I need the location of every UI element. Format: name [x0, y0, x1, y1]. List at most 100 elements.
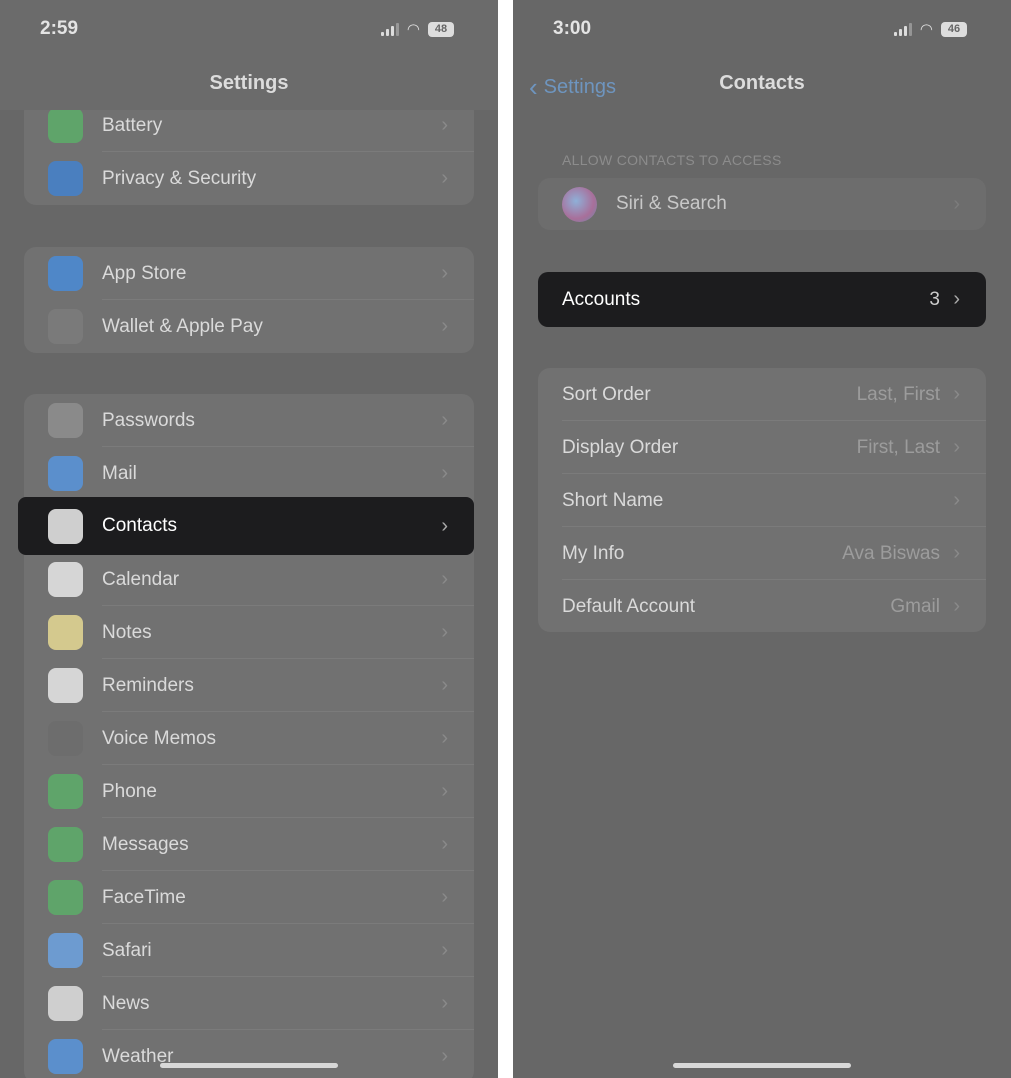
row-label: Default Account [562, 595, 696, 617]
chevron-right-icon: › [953, 542, 960, 564]
row-label: Contacts [102, 515, 177, 536]
settings-row-app-store[interactable]: App Store › [24, 247, 474, 300]
weather-icon [48, 1039, 83, 1074]
settings-row-privacy-security[interactable]: Privacy & Security › [24, 152, 474, 205]
siri-search-row[interactable]: Siri & Search › [538, 178, 986, 230]
settings-row-notes[interactable]: Notes › [24, 606, 474, 659]
settings-row-display-order[interactable]: Display Order First, Last › [538, 421, 986, 474]
settings-row-mail[interactable]: Mail › [24, 447, 474, 500]
chevron-right-icon: › [953, 595, 960, 617]
settings-row-default-account[interactable]: Default Account Gmail › [538, 580, 986, 633]
settings-screen: 2:59 ◠ 48 Settings Battery › Privacy & Sec… [0, 0, 498, 1078]
row-value: Gmail [890, 595, 940, 617]
settings-row-calendar[interactable]: Calendar › [24, 553, 474, 606]
signal-icon [893, 22, 912, 36]
status-icons: ◠ 46 [893, 20, 967, 38]
settings-row-sort-order[interactable]: Sort Order Last, First › [538, 368, 986, 421]
status-time: 2:59 [40, 18, 79, 39]
chevron-right-icon: › [441, 315, 448, 337]
nav-header: 3:00 ◠ 46 ‹ Settings Contacts [513, 0, 1011, 110]
chevron-right-icon: › [441, 674, 448, 696]
chevron-right-icon: › [441, 621, 448, 643]
facetime-icon [48, 880, 83, 915]
settings-group: Battery › Privacy & Security › [24, 99, 474, 205]
notes-icon [48, 615, 83, 650]
row-label: Reminders [102, 674, 194, 696]
row-label: Battery [102, 114, 163, 136]
row-value: First, Last [856, 436, 940, 458]
chevron-right-icon: › [441, 514, 448, 537]
row-label: Calendar [102, 568, 180, 590]
chevron-right-icon: › [953, 192, 960, 215]
hand-icon [48, 161, 83, 196]
home-indicator[interactable] [160, 1063, 338, 1068]
row-value: Last, First [856, 383, 940, 405]
row-label: Privacy & Security [102, 167, 257, 189]
wallet-icon [48, 309, 83, 344]
phone-icon [48, 774, 83, 809]
wifi-icon: ◠ [919, 21, 933, 38]
settings-row-safari[interactable]: Safari › [24, 924, 474, 977]
settings-row-voice-memos[interactable]: Voice Memos › [24, 712, 474, 765]
status-time: 3:00 [553, 18, 592, 39]
settings-row-contacts[interactable]: Contacts › [18, 497, 474, 555]
chevron-right-icon: › [953, 436, 960, 458]
safari-icon [48, 933, 83, 968]
wifi-icon: ◠ [406, 21, 420, 38]
settings-group: App Store › Wallet & Apple Pay › [24, 247, 474, 353]
row-label: Passwords [102, 409, 195, 431]
nav-header: 2:59 ◠ 48 Settings [0, 0, 498, 110]
chevron-right-icon: › [441, 939, 448, 961]
settings-row-messages[interactable]: Messages › [24, 818, 474, 871]
row-label: Display Order [562, 436, 679, 458]
siri-label: Siri & Search [616, 193, 727, 214]
key-icon [48, 403, 83, 438]
accounts-row[interactable]: Accounts 3 › [538, 272, 986, 327]
row-label: FaceTime [102, 886, 186, 908]
chevron-right-icon: › [441, 833, 448, 855]
row-label: My Info [562, 542, 625, 564]
chevron-right-icon: › [953, 383, 960, 405]
row-label: Notes [102, 621, 152, 643]
chevron-right-icon: › [441, 727, 448, 749]
voice-memos-icon [48, 721, 83, 756]
settings-row-phone[interactable]: Phone › [24, 765, 474, 818]
chevron-right-icon: › [953, 489, 960, 511]
contacts-settings-group: Sort Order Last, First › Display Order First… [538, 368, 986, 632]
row-label: Wallet & Apple Pay [102, 315, 263, 337]
row-label: News [102, 992, 150, 1014]
contacts-icon [48, 508, 83, 544]
chevron-right-icon: › [441, 262, 448, 284]
settings-row-short-name[interactable]: Short Name › [538, 474, 986, 527]
accounts-count: 3 [929, 288, 940, 310]
signal-icon [380, 22, 399, 36]
chevron-right-icon: › [441, 992, 448, 1014]
chevron-right-icon: › [441, 409, 448, 431]
settings-row-my-info[interactable]: My Info Ava Biswas › [538, 527, 986, 580]
page-title: Contacts [719, 72, 805, 94]
home-indicator[interactable] [673, 1063, 851, 1068]
settings-row-weather[interactable]: Weather › [24, 1030, 474, 1078]
chevron-right-icon: › [441, 114, 448, 136]
chevron-right-icon: › [953, 288, 960, 310]
reminders-icon [48, 668, 83, 703]
chevron-right-icon: › [441, 1045, 448, 1067]
row-label: Messages [102, 833, 189, 855]
row-label: Mail [102, 462, 137, 484]
settings-row-wallet-apple-pay[interactable]: Wallet & Apple Pay › [24, 300, 474, 353]
chevron-right-icon: › [441, 167, 448, 189]
settings-row-reminders[interactable]: Reminders › [24, 659, 474, 712]
page-title: Settings [209, 72, 289, 94]
contacts-screen: 3:00 ◠ 46 ‹ Settings Contacts ALLOW CONTA… [513, 0, 1011, 1078]
settings-row-passwords[interactable]: Passwords › [24, 394, 474, 447]
calendar-icon [48, 562, 83, 597]
row-label: Sort Order [562, 383, 651, 405]
siri-icon [562, 186, 597, 222]
battery-indicator: 46 [941, 21, 967, 37]
mail-icon [48, 456, 83, 491]
battery-indicator: 48 [428, 21, 454, 37]
accounts-label: Accounts [562, 288, 641, 310]
settings-row-facetime[interactable]: FaceTime › [24, 871, 474, 924]
settings-row-news[interactable]: News › [24, 977, 474, 1030]
row-value: Ava Biswas [842, 542, 940, 564]
